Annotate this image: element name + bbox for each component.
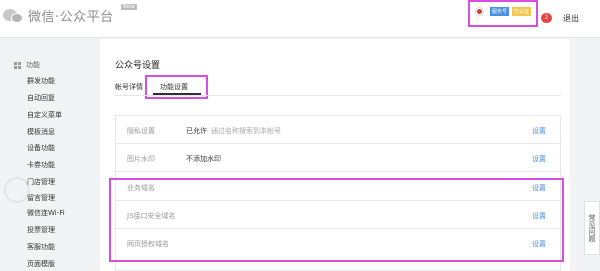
tab-account-details[interactable]: 帐号详情 — [115, 82, 143, 92]
watermark-value: 不添加水印 — [186, 155, 221, 163]
logout-link[interactable]: 退出 — [563, 13, 579, 24]
tabs-divider — [115, 95, 561, 96]
sidebar-item-custom-menu[interactable]: 自定义菜单 — [27, 110, 62, 120]
privacy-settings-link[interactable]: 设置 — [532, 126, 546, 136]
sidebar-item-page-templates[interactable]: 页面模版 — [27, 259, 55, 269]
domain-rows-highlight-box — [109, 178, 564, 262]
verified-badge: 已认证 — [512, 7, 532, 16]
sidebar-item-comments[interactable]: 留言管理 — [27, 193, 55, 203]
avatar[interactable] — [475, 7, 484, 16]
watermark-settings-link[interactable]: 设置 — [532, 154, 546, 164]
sidebar-item-mass-send[interactable]: 群发功能 — [27, 76, 55, 86]
page-title: 公众号设置 — [115, 61, 161, 71]
row-label: 隐私设置 — [127, 127, 155, 135]
tab-function-settings[interactable]: 功能设置 — [160, 82, 188, 92]
beta-badge: Beta — [121, 4, 137, 10]
top-header: 微信·公众平台 Beta 服务号 已认证 2 退出 — [0, 0, 600, 38]
privacy-value: 已允许 — [186, 127, 207, 135]
sidebar-item-cards[interactable]: 卡券功能 — [27, 160, 55, 170]
settings-row-watermark: 图片水印 不添加水印 设置 — [116, 144, 562, 172]
sidebar-item-auto-reply[interactable]: 自动回复 — [27, 93, 55, 103]
sidebar-item-voting[interactable]: 投票管理 — [27, 225, 55, 235]
sidebar-item-stores[interactable]: 门店管理 — [27, 177, 55, 187]
sidebar-item-template-message[interactable]: 模板消息 — [27, 127, 55, 137]
sidebar-group-functions: 功能 — [14, 60, 40, 70]
logo-text: 微信·公众平台 — [28, 10, 114, 25]
privacy-hint: 通过名称搜索到本帐号 — [211, 127, 281, 135]
settings-row-privacy: 隐私设置 已允许 通过名称搜索到本帐号 设置 — [116, 116, 562, 144]
sidebar-item-wifi[interactable]: 微信连Wi-Fi — [27, 208, 65, 218]
sidebar-group-label: 功能 — [26, 61, 40, 69]
wechat-logo[interactable]: 微信·公众平台 Beta — [3, 4, 137, 25]
grid-icon — [14, 61, 21, 69]
faq-float-button[interactable]: 常见问题 — [584, 201, 600, 255]
row-label: 图片水印 — [127, 155, 155, 163]
wechat-icon — [3, 7, 25, 25]
sidebar: 功能 群发功能 自动回复 自定义菜单 模板消息 设备功能 卡券功能 门店管理 留… — [0, 39, 100, 271]
row-value: 已允许 通过名称搜索到本帐号 — [186, 126, 281, 136]
account-highlight-box: 服务号 已认证 — [468, 0, 538, 27]
sidebar-item-device[interactable]: 设备功能 — [27, 143, 55, 153]
sidebar-item-customer-service[interactable]: 客服功能 — [27, 242, 55, 252]
notification-count-badge[interactable]: 2 — [541, 13, 552, 23]
account-type-badge: 服务号 — [490, 7, 510, 16]
